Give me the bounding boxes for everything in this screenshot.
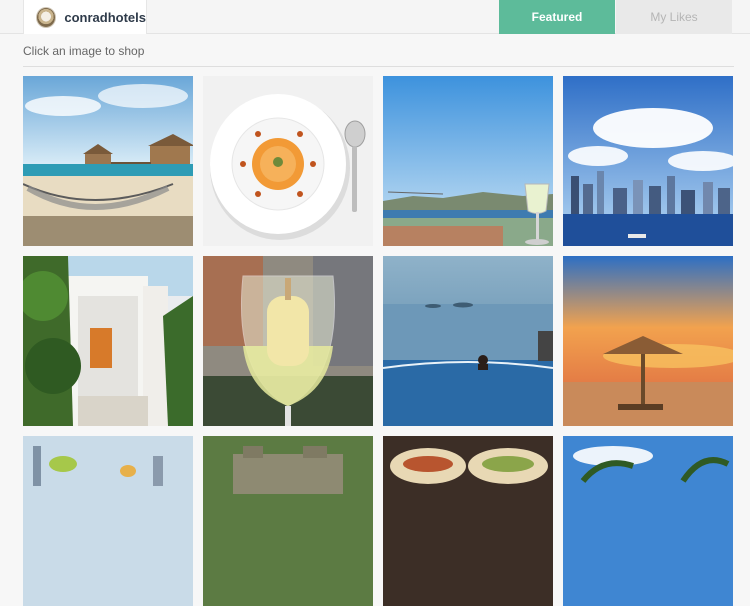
account-username: conradhotels	[64, 9, 146, 25]
tab-my-likes[interactable]: My Likes	[616, 0, 732, 34]
avatar	[36, 6, 57, 28]
photo-white-villa-orange-door[interactable]	[23, 256, 193, 426]
divider	[23, 66, 734, 67]
photo-city-skyline-harbor[interactable]	[563, 76, 733, 246]
tab-featured[interactable]: Featured	[499, 0, 615, 34]
photo-soup-plate-with-spoon[interactable]	[203, 76, 373, 246]
photo-infinity-pool-swimmer[interactable]	[383, 256, 553, 426]
photo-sunset-beach-umbrella[interactable]	[563, 256, 733, 426]
photo-cocktail-drinks-skyline[interactable]	[23, 436, 193, 606]
shop-hint-text: Click an image to shop	[23, 44, 145, 58]
photo-tacos-plate[interactable]	[383, 436, 553, 606]
photo-palm-trees-sky[interactable]	[563, 436, 733, 606]
account-badge[interactable]: conradhotels	[23, 0, 147, 34]
photo-beach-hammock-overwater-villas[interactable]	[23, 76, 193, 246]
photo-bosphorus-view-wine-glass[interactable]	[383, 76, 553, 246]
photo-stone-ruins-jungle[interactable]	[203, 436, 373, 606]
top-bar: conradhotels Featured My Likes	[0, 0, 750, 34]
photo-popsicle-in-wine-glass[interactable]	[203, 256, 373, 426]
